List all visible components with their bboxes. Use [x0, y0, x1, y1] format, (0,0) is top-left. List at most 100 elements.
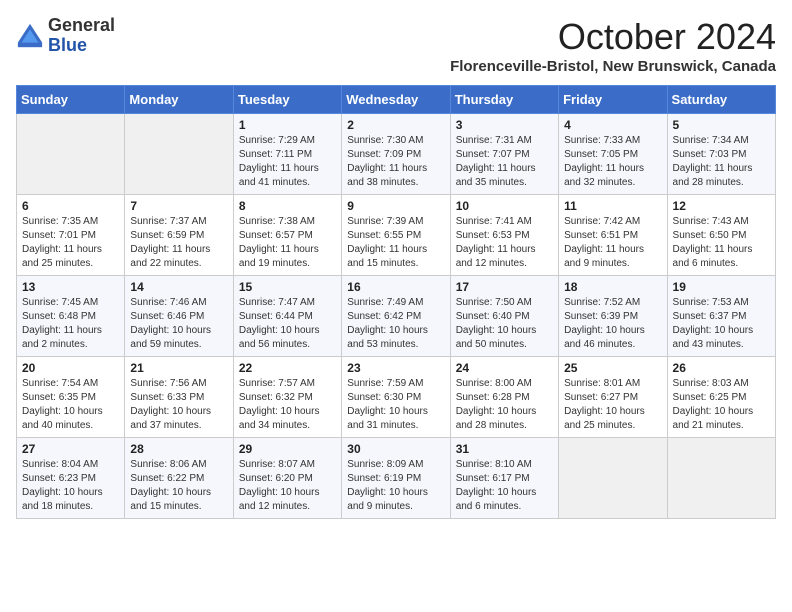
day-number: 24	[456, 361, 553, 375]
table-row: 25 Sunrise: 8:01 AM Sunset: 6:27 PM Dayli…	[559, 357, 667, 438]
day-info: Sunrise: 8:07 AM Sunset: 6:20 PM Dayligh…	[239, 458, 336, 514]
calendar-week-row: 20Sunrise: 7:54 AM Sunset: 6:35 PM Dayli…	[17, 357, 776, 438]
table-row: 26Sunrise: 8:03 AM Sunset: 6:25 PM Dayli…	[667, 357, 775, 438]
day-info: Sunrise: 8:03 AM Sunset: 6:25 PM Dayligh…	[673, 377, 770, 433]
day-info: Sunrise: 7:56 AM Sunset: 6:33 PM Dayligh…	[130, 377, 227, 433]
table-row: 31Sunrise: 8:10 AM Sunset: 6:17 PM Dayli…	[450, 438, 558, 519]
day-info: Sunrise: 7:52 AM Sunset: 6:39 PM Dayligh…	[564, 296, 661, 352]
day-number: 10	[456, 199, 553, 213]
day-number: 27	[22, 442, 119, 456]
table-row: 23 Sunrise: 7:59 AM Sunset: 6:30 PM Dayli…	[342, 357, 450, 438]
table-row: 30 Sunrise: 8:09 AM Sunset: 6:19 PM Dayli…	[342, 438, 450, 519]
day-info: Sunrise: 7:57 AM Sunset: 6:32 PM Dayligh…	[239, 377, 336, 433]
day-number: 25	[564, 361, 661, 375]
table-row	[125, 114, 233, 195]
table-row: 6 Sunrise: 7:35 AM Sunset: 7:01 PM Daylig…	[17, 195, 125, 276]
day-info: Sunrise: 7:29 AM Sunset: 7:11 PM Dayligh…	[239, 134, 336, 190]
day-info: Sunrise: 8:01 AM Sunset: 6:27 PM Dayligh…	[564, 377, 661, 433]
calendar-table: Sunday Monday Tuesday Wednesday Thursday…	[16, 85, 776, 519]
day-number: 30	[347, 442, 444, 456]
calendar-week-row: 27 Sunrise: 8:04 AM Sunset: 6:23 PM Dayli…	[17, 438, 776, 519]
table-row: 24 Sunrise: 8:00 AM Sunset: 6:28 PM Dayli…	[450, 357, 558, 438]
day-info: Sunrise: 8:00 AM Sunset: 6:28 PM Dayligh…	[456, 377, 553, 433]
day-info: Sunrise: 7:39 AM Sunset: 6:55 PM Dayligh…	[347, 215, 444, 271]
table-row: 11 Sunrise: 7:42 AM Sunset: 6:51 PM Dayli…	[559, 195, 667, 276]
day-number: 6	[22, 199, 119, 213]
day-info: Sunrise: 7:41 AM Sunset: 6:53 PM Dayligh…	[456, 215, 553, 271]
day-number: 5	[673, 118, 770, 132]
logo-text: General Blue	[48, 16, 115, 56]
day-info: Sunrise: 7:59 AM Sunset: 6:30 PM Dayligh…	[347, 377, 444, 433]
day-info: Sunrise: 8:09 AM Sunset: 6:19 PM Dayligh…	[347, 458, 444, 514]
day-info: Sunrise: 7:47 AM Sunset: 6:44 PM Dayligh…	[239, 296, 336, 352]
day-number: 7	[130, 199, 227, 213]
day-number: 14	[130, 280, 227, 294]
table-row: 15 Sunrise: 7:47 AM Sunset: 6:44 PM Dayli…	[233, 276, 341, 357]
table-row: 29 Sunrise: 8:07 AM Sunset: 6:20 PM Dayli…	[233, 438, 341, 519]
col-saturday: Saturday	[667, 86, 775, 114]
day-info: Sunrise: 7:50 AM Sunset: 6:40 PM Dayligh…	[456, 296, 553, 352]
day-number: 18	[564, 280, 661, 294]
table-row: 21 Sunrise: 7:56 AM Sunset: 6:33 PM Dayli…	[125, 357, 233, 438]
day-number: 8	[239, 199, 336, 213]
calendar-week-row: 1 Sunrise: 7:29 AM Sunset: 7:11 PM Daylig…	[17, 114, 776, 195]
table-row: 20Sunrise: 7:54 AM Sunset: 6:35 PM Dayli…	[17, 357, 125, 438]
day-number: 21	[130, 361, 227, 375]
day-info: Sunrise: 8:04 AM Sunset: 6:23 PM Dayligh…	[22, 458, 119, 514]
day-number: 19	[673, 280, 770, 294]
col-monday: Monday	[125, 86, 233, 114]
table-row	[667, 438, 775, 519]
calendar-week-row: 13Sunrise: 7:45 AM Sunset: 6:48 PM Dayli…	[17, 276, 776, 357]
table-row: 5Sunrise: 7:34 AM Sunset: 7:03 PM Daylig…	[667, 114, 775, 195]
logo-blue: Blue	[48, 36, 115, 56]
day-info: Sunrise: 7:38 AM Sunset: 6:57 PM Dayligh…	[239, 215, 336, 271]
table-row: 22Sunrise: 7:57 AM Sunset: 6:32 PM Dayli…	[233, 357, 341, 438]
day-number: 29	[239, 442, 336, 456]
day-number: 3	[456, 118, 553, 132]
day-number: 2	[347, 118, 444, 132]
table-row: 10 Sunrise: 7:41 AM Sunset: 6:53 PM Dayli…	[450, 195, 558, 276]
col-thursday: Thursday	[450, 86, 558, 114]
table-row: 2 Sunrise: 7:30 AM Sunset: 7:09 PM Daylig…	[342, 114, 450, 195]
day-info: Sunrise: 7:49 AM Sunset: 6:42 PM Dayligh…	[347, 296, 444, 352]
day-info: Sunrise: 7:30 AM Sunset: 7:09 PM Dayligh…	[347, 134, 444, 190]
day-number: 4	[564, 118, 661, 132]
title-block: October 2024 Florenceville-Bristol, New …	[450, 16, 776, 75]
page-header: General Blue October 2024 Florenceville-…	[16, 16, 776, 75]
table-row: 13Sunrise: 7:45 AM Sunset: 6:48 PM Dayli…	[17, 276, 125, 357]
logo-icon	[16, 22, 44, 50]
day-number: 11	[564, 199, 661, 213]
table-row: 17 Sunrise: 7:50 AM Sunset: 6:40 PM Dayli…	[450, 276, 558, 357]
col-friday: Friday	[559, 86, 667, 114]
table-row	[559, 438, 667, 519]
day-number: 13	[22, 280, 119, 294]
day-info: Sunrise: 7:35 AM Sunset: 7:01 PM Dayligh…	[22, 215, 119, 271]
table-row: 8 Sunrise: 7:38 AM Sunset: 6:57 PM Daylig…	[233, 195, 341, 276]
table-row: 19 Sunrise: 7:53 AM Sunset: 6:37 PM Dayli…	[667, 276, 775, 357]
table-row: 18 Sunrise: 7:52 AM Sunset: 6:39 PM Dayli…	[559, 276, 667, 357]
day-info: Sunrise: 7:33 AM Sunset: 7:05 PM Dayligh…	[564, 134, 661, 190]
col-wednesday: Wednesday	[342, 86, 450, 114]
day-info: Sunrise: 8:06 AM Sunset: 6:22 PM Dayligh…	[130, 458, 227, 514]
table-row	[17, 114, 125, 195]
day-number: 28	[130, 442, 227, 456]
day-number: 1	[239, 118, 336, 132]
table-row: 12Sunrise: 7:43 AM Sunset: 6:50 PM Dayli…	[667, 195, 775, 276]
day-info: Sunrise: 7:43 AM Sunset: 6:50 PM Dayligh…	[673, 215, 770, 271]
col-tuesday: Tuesday	[233, 86, 341, 114]
calendar-header-row: Sunday Monday Tuesday Wednesday Thursday…	[17, 86, 776, 114]
table-row: 27 Sunrise: 8:04 AM Sunset: 6:23 PM Dayli…	[17, 438, 125, 519]
day-number: 23	[347, 361, 444, 375]
day-number: 17	[456, 280, 553, 294]
day-number: 15	[239, 280, 336, 294]
day-info: Sunrise: 8:10 AM Sunset: 6:17 PM Dayligh…	[456, 458, 553, 514]
day-info: Sunrise: 7:53 AM Sunset: 6:37 PM Dayligh…	[673, 296, 770, 352]
table-row: 4 Sunrise: 7:33 AM Sunset: 7:05 PM Daylig…	[559, 114, 667, 195]
table-row: 14Sunrise: 7:46 AM Sunset: 6:46 PM Dayli…	[125, 276, 233, 357]
day-info: Sunrise: 7:42 AM Sunset: 6:51 PM Dayligh…	[564, 215, 661, 271]
col-sunday: Sunday	[17, 86, 125, 114]
day-number: 20	[22, 361, 119, 375]
table-row: 28 Sunrise: 8:06 AM Sunset: 6:22 PM Dayli…	[125, 438, 233, 519]
table-row: 7Sunrise: 7:37 AM Sunset: 6:59 PM Daylig…	[125, 195, 233, 276]
day-number: 16	[347, 280, 444, 294]
